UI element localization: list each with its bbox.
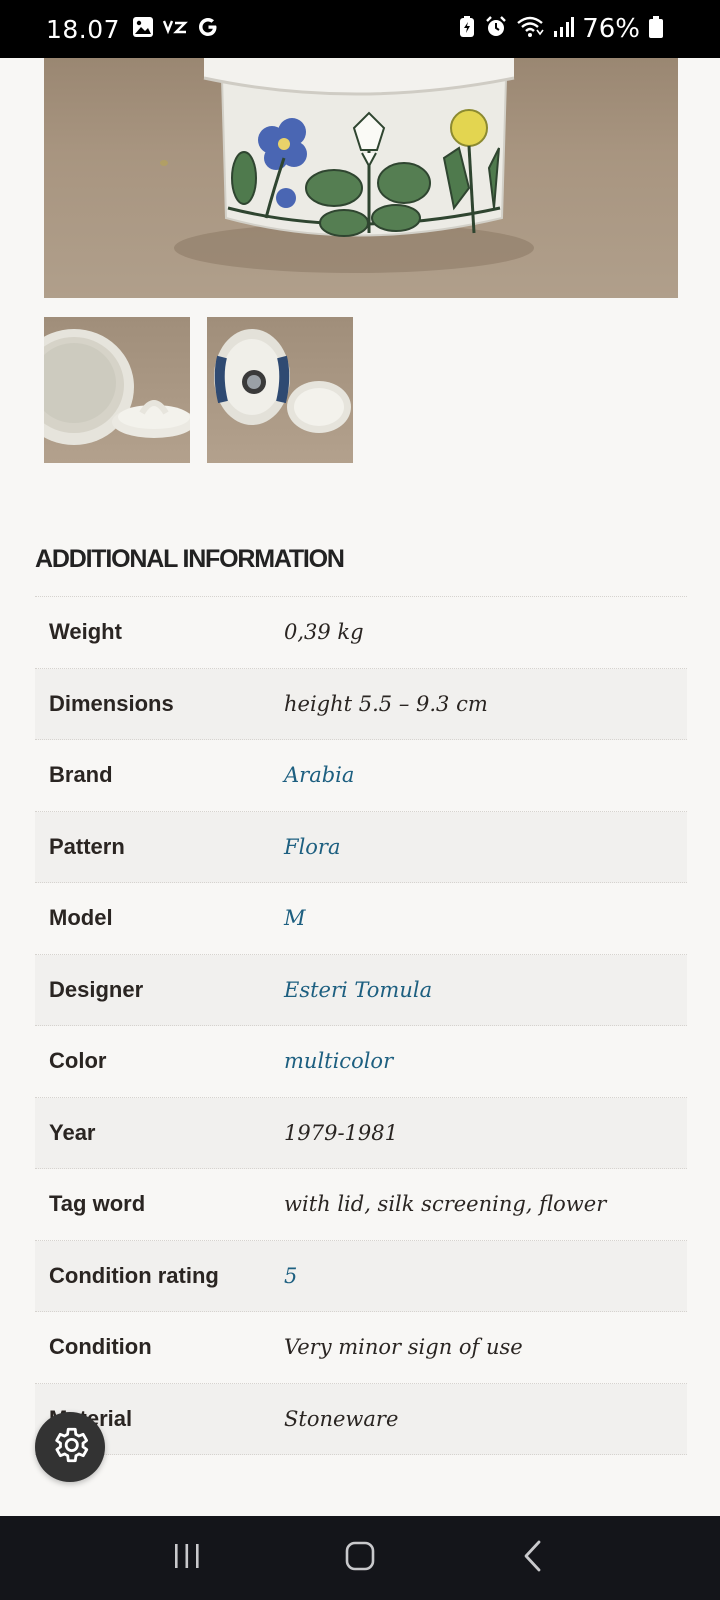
battery-icon bbox=[648, 15, 664, 43]
info-value-link[interactable]: Flora bbox=[284, 835, 341, 859]
info-label: Condition rating bbox=[49, 1262, 219, 1288]
additional-information-heading: ADDITIONAL INFORMATION bbox=[35, 545, 345, 573]
info-row-condition: Condition Very minor sign of use bbox=[35, 1312, 687, 1384]
status-bar-left: 18.07 bbox=[46, 15, 220, 44]
info-value-link[interactable]: multicolor bbox=[284, 1049, 393, 1073]
google-icon bbox=[196, 15, 220, 43]
recents-button[interactable] bbox=[152, 1528, 222, 1588]
info-row-tag-word: Tag word with lid, silk screening, flower bbox=[35, 1169, 687, 1241]
info-value: with lid, silk screening, flower bbox=[284, 1192, 607, 1217]
back-icon bbox=[522, 1540, 544, 1577]
info-value: 0,39 kg bbox=[284, 620, 364, 645]
system-navigation-bar bbox=[0, 1516, 720, 1600]
battery-saver-icon bbox=[458, 15, 476, 43]
info-row-pattern: Pattern Flora bbox=[35, 811, 687, 883]
info-row-designer: Designer Esteri Tomula bbox=[35, 954, 687, 1026]
info-label: Condition bbox=[49, 1334, 152, 1360]
info-row-brand: Brand Arabia bbox=[35, 740, 687, 812]
info-label: Brand bbox=[49, 762, 113, 788]
status-bar-right: 76% bbox=[458, 14, 664, 44]
info-row-model: Model M bbox=[35, 883, 687, 955]
info-value: height 5.5 – 9.3 cm bbox=[284, 691, 488, 716]
voicemail-icon bbox=[162, 17, 188, 41]
settings-button[interactable] bbox=[35, 1412, 105, 1482]
info-row-color: Color multicolor bbox=[35, 1026, 687, 1098]
back-button[interactable] bbox=[498, 1528, 568, 1588]
product-thumbnail-1[interactable] bbox=[44, 317, 190, 463]
info-value: Stoneware bbox=[284, 1406, 399, 1431]
signal-icon bbox=[552, 16, 575, 42]
battery-percent: 76% bbox=[582, 14, 640, 44]
info-label: Weight bbox=[49, 619, 122, 645]
info-value-link[interactable]: Esteri Tomula bbox=[284, 978, 432, 1002]
info-label: Tag word bbox=[49, 1191, 146, 1217]
info-label: Model bbox=[49, 905, 113, 931]
wifi-icon bbox=[516, 15, 544, 43]
info-label: Designer bbox=[49, 976, 144, 1002]
recents-icon bbox=[172, 1542, 202, 1575]
alarm-icon bbox=[484, 15, 508, 43]
info-label: Pattern bbox=[49, 833, 125, 859]
home-button[interactable] bbox=[325, 1528, 395, 1588]
home-icon bbox=[345, 1541, 375, 1576]
info-value-link[interactable]: 5 bbox=[284, 1264, 297, 1288]
info-value-link[interactable]: M bbox=[284, 906, 306, 930]
info-row-condition-rating: Condition rating 5 bbox=[35, 1240, 687, 1312]
product-main-image[interactable] bbox=[44, 58, 678, 298]
info-row-material: MaterialStoneware bbox=[35, 1383, 687, 1455]
info-row-weight: Weight 0,39 kg bbox=[35, 597, 687, 669]
info-row-year: Year 1979-1981 bbox=[35, 1097, 687, 1169]
info-value: 1979-1981 bbox=[284, 1120, 398, 1145]
additional-information-table: Weight 0,39 kg Dimensions height 5.5 – 9.3 … bbox=[35, 596, 687, 1455]
info-row-dimensions: Dimensions height 5.5 – 9.3 cm bbox=[35, 668, 687, 740]
gallery-icon bbox=[132, 16, 154, 42]
info-value-link[interactable]: Arabia bbox=[284, 763, 354, 787]
gear-icon bbox=[49, 1424, 91, 1471]
status-time: 18.07 bbox=[46, 14, 121, 44]
info-label: Color bbox=[49, 1048, 107, 1074]
info-value: Very minor sign of use bbox=[284, 1335, 523, 1360]
info-label: Year bbox=[49, 1119, 96, 1145]
product-thumbnail-2[interactable] bbox=[207, 317, 353, 463]
status-bar: 18.07 76% bbox=[0, 0, 720, 58]
info-label: Dimensions bbox=[49, 690, 174, 716]
